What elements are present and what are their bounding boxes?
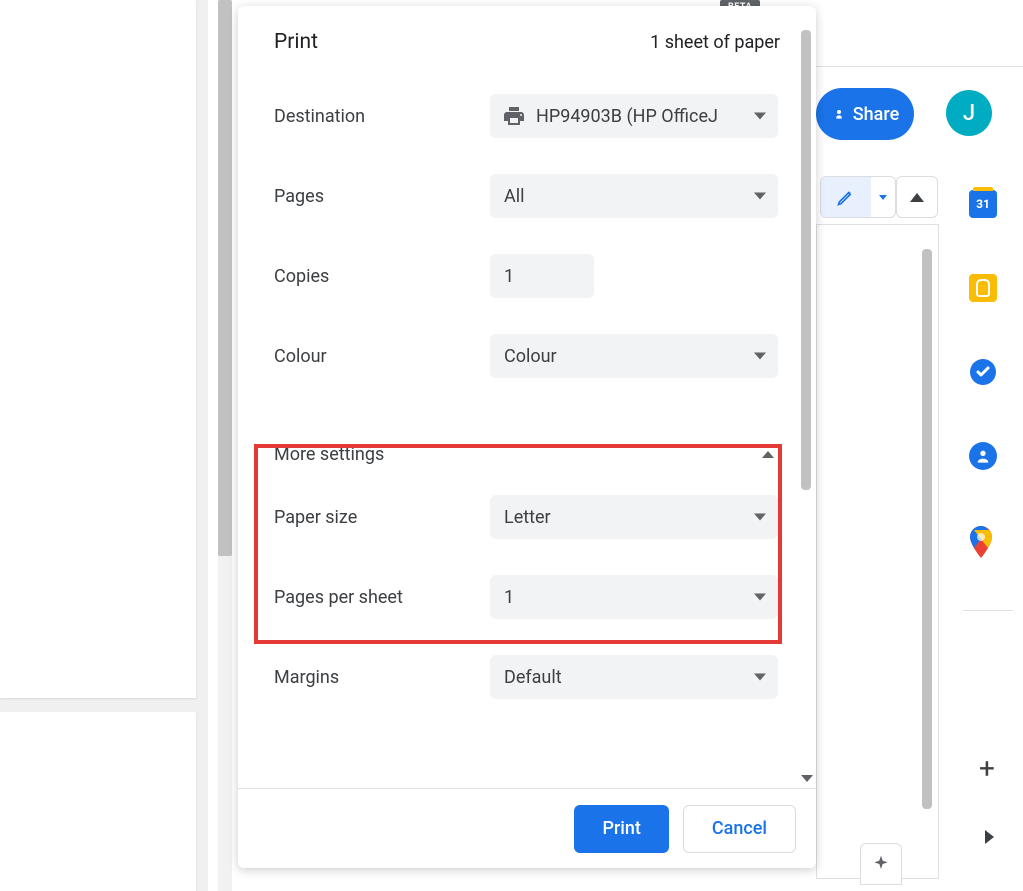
thumbnails-scrollbar-thumb[interactable] <box>218 0 232 556</box>
edit-mode-dropdown[interactable] <box>871 195 895 200</box>
margins-select[interactable]: Default <box>490 655 778 699</box>
chevron-down-icon <box>754 353 766 360</box>
more-settings-toggle[interactable]: More settings <box>274 414 780 495</box>
more-settings-label: More settings <box>274 444 384 465</box>
collapse-toolbar-button[interactable] <box>896 176 938 218</box>
colour-select[interactable]: Colour <box>490 334 778 378</box>
colour-label: Colour <box>274 346 490 367</box>
sparkle-icon <box>871 854 891 874</box>
copies-input[interactable] <box>490 254 594 298</box>
pages-select[interactable]: All <box>490 174 778 218</box>
margins-value: Default <box>504 667 562 688</box>
paper-size-label: Paper size <box>274 507 490 528</box>
pages-per-sheet-value: 1 <box>504 587 514 608</box>
pages-per-sheet-select[interactable]: 1 <box>490 575 778 619</box>
chevron-right-icon <box>985 830 994 844</box>
printer-icon <box>502 104 526 128</box>
thumbnails-panel <box>0 0 208 891</box>
chevron-down-icon <box>754 674 766 681</box>
cancel-button[interactable]: Cancel <box>683 805 796 853</box>
page-thumbnail-2[interactable] <box>0 712 196 891</box>
pencil-icon <box>836 187 856 207</box>
user-avatar[interactable]: J <box>946 90 992 136</box>
print-button[interactable]: Print <box>574 805 668 853</box>
pages-value: All <box>504 186 525 207</box>
chevron-down-icon <box>754 514 766 521</box>
destination-select[interactable]: HP94903B (HP OfficeJ <box>490 94 778 138</box>
chevron-up-icon <box>910 193 924 202</box>
dialog-scroll-down-arrow[interactable] <box>801 775 813 782</box>
contacts-icon[interactable] <box>969 442 997 470</box>
edit-mode-group[interactable] <box>820 176 896 218</box>
calendar-icon[interactable]: 31 <box>969 190 997 218</box>
maps-icon[interactable] <box>969 526 993 558</box>
sheet-count: 1 sheet of paper <box>650 32 780 53</box>
hide-side-panel-button[interactable] <box>975 823 1003 851</box>
destination-value: HP94903B (HP OfficeJ <box>536 106 718 127</box>
share-button[interactable]: Share <box>816 88 914 140</box>
tasks-icon[interactable] <box>969 358 997 386</box>
dialog-footer: Print Cancel <box>238 788 816 868</box>
chevron-down-icon <box>754 594 766 601</box>
share-label: Share <box>853 104 899 125</box>
explore-button[interactable] <box>860 843 902 885</box>
paper-size-value: Letter <box>504 507 551 528</box>
colour-value: Colour <box>504 346 557 367</box>
page-thumbnail-1[interactable] <box>0 0 196 698</box>
pages-per-sheet-label: Pages per sheet <box>274 587 490 608</box>
document-canvas <box>816 224 939 879</box>
margins-label: Margins <box>274 667 490 688</box>
lock-icon <box>831 106 847 122</box>
chevron-down-icon <box>754 113 766 120</box>
print-dialog: Print 1 sheet of paper Destination HP949… <box>238 6 816 868</box>
dialog-scrollbar-thumb[interactable] <box>801 30 811 490</box>
copies-label: Copies <box>274 266 490 287</box>
document-scrollbar-thumb[interactable] <box>922 249 932 809</box>
separator <box>816 66 1023 67</box>
pages-label: Pages <box>274 186 490 207</box>
chevron-up-icon <box>762 451 774 458</box>
chevron-down-icon <box>879 195 887 200</box>
paper-size-select[interactable]: Letter <box>490 495 778 539</box>
chevron-down-icon <box>754 193 766 200</box>
side-panel: 31 <box>969 190 1007 614</box>
dialog-title: Print <box>274 30 318 54</box>
destination-label: Destination <box>274 106 490 127</box>
edit-mode-button[interactable] <box>821 177 871 217</box>
side-panel-divider <box>963 610 1013 611</box>
add-app-icon[interactable]: + <box>973 752 1001 780</box>
keep-icon[interactable] <box>969 274 997 302</box>
thumbnails-scrollbar[interactable] <box>218 0 232 891</box>
